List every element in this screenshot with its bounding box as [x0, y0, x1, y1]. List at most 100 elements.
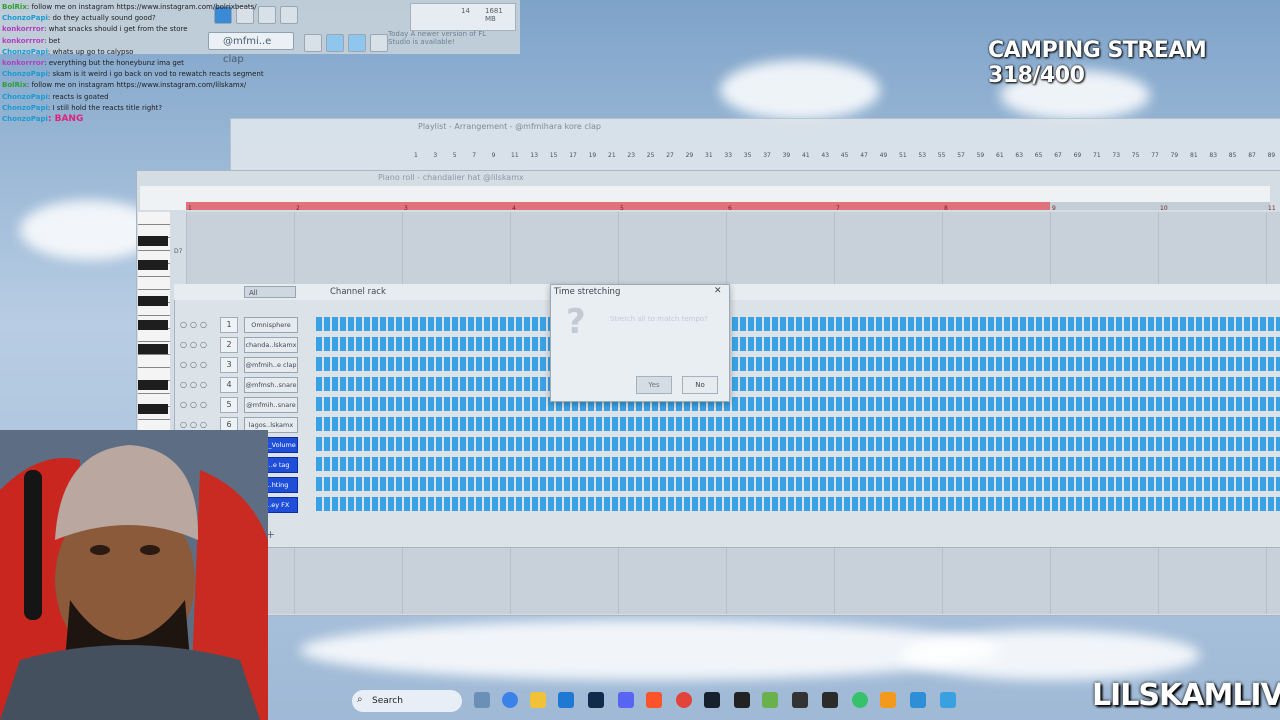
black-key[interactable]	[138, 344, 168, 354]
close-icon[interactable]: ✕	[714, 286, 722, 296]
taskbar-search[interactable]: Search	[352, 690, 462, 712]
step-sequencer[interactable]	[316, 317, 1280, 331]
black-key[interactable]	[138, 236, 168, 246]
chat-username: ChonzoPapi	[2, 92, 48, 101]
notepad-icon[interactable]	[940, 692, 956, 708]
question-icon: ?	[566, 302, 586, 342]
step-sequencer[interactable]	[316, 497, 1280, 511]
store-icon[interactable]	[558, 692, 574, 708]
piano-roll-bar-number: 1	[188, 205, 192, 212]
step-sequencer[interactable]	[316, 477, 1280, 491]
weather-widget-icon[interactable]	[474, 692, 490, 708]
channel-name-button[interactable]: @mfmih..e clap	[244, 357, 298, 373]
piano-roll-bar-number: 8	[944, 205, 948, 212]
photoshop-icon[interactable]	[588, 692, 604, 708]
playlist-bar-number: 63	[1015, 152, 1024, 159]
no-button[interactable]: No	[682, 376, 718, 394]
channel-filter[interactable]: All	[244, 286, 296, 298]
brave-icon[interactable]	[646, 692, 662, 708]
channel-name-button[interactable]: Omnisphere	[244, 317, 298, 333]
online-icon[interactable]	[370, 34, 388, 52]
chat-text: : everything but the honeybunz ima get	[44, 59, 184, 68]
playlist-bar-number: 37	[763, 152, 771, 159]
channel-row[interactable]: ○○○---Stov..hting	[178, 476, 1280, 494]
android-icon[interactable]	[852, 692, 868, 708]
piano-roll-bar-number: 2	[296, 205, 300, 212]
channel-row[interactable]: ○○○Master_Volume	[178, 436, 1280, 454]
channel-row[interactable]: ○○○7did u..e tag	[178, 456, 1280, 474]
capcut-icon[interactable]	[822, 692, 838, 708]
step-sequencer[interactable]	[316, 397, 1280, 411]
piano-roll-bar-number: 7	[836, 205, 840, 212]
playlist-bar-number: 67	[1054, 152, 1062, 159]
steam-icon[interactable]	[704, 692, 720, 708]
news-panel[interactable]: Today A newer version of FL Studio is av…	[388, 30, 500, 52]
channel-row[interactable]: ○○○8Stoo..ey FX	[178, 496, 1280, 514]
channel-name-button[interactable]: chanda..lskamx	[244, 337, 298, 353]
playlist-bar-number: 61	[996, 152, 1004, 159]
step-sequencer[interactable]	[316, 337, 1280, 351]
chat-username: BolRix	[2, 81, 27, 90]
playlist-bar-number: 75	[1131, 152, 1140, 159]
chat-text: : follow me on instagram https://www.ins…	[26, 3, 257, 11]
playlist-bar-number: 89	[1267, 152, 1276, 159]
channel-row[interactable]: ○○○ 6 lagos..lskamx	[178, 416, 1280, 434]
video-downloader-icon[interactable]	[734, 692, 750, 708]
playlist-bar-number: 17	[569, 152, 577, 159]
fl-studio-icon[interactable]	[880, 692, 896, 708]
channel-name-button[interactable]: @mfmsh..snare	[244, 377, 298, 393]
snap-icon[interactable]	[304, 34, 322, 52]
step-sequencer[interactable]	[316, 377, 1280, 391]
chrome-icon[interactable]	[676, 692, 692, 708]
playlist-bar-number: 77	[1151, 152, 1159, 159]
chat-text: : what snacks should i get from the stor…	[44, 25, 188, 34]
chat-message: ChonzoPapi: reacts is goated	[2, 92, 302, 103]
playlist-bar-number: 55	[937, 152, 946, 159]
step-sequencer[interactable]	[316, 437, 1280, 451]
channel-number[interactable]: 5	[220, 397, 238, 413]
playlist-bar-number: 25	[646, 152, 655, 159]
playlist-bar-number: 23	[627, 152, 636, 159]
channel-number[interactable]: 2	[220, 337, 238, 353]
step-sequencer[interactable]	[316, 417, 1280, 431]
channel-name-button[interactable]: @mfmih..snare	[244, 397, 298, 413]
4k-downloader-icon[interactable]	[792, 692, 808, 708]
channel-number[interactable]: 1	[220, 317, 238, 333]
search-icon: ⌕	[357, 694, 363, 705]
channel-mute-icon[interactable]: ○○○	[180, 340, 210, 349]
playlist-bar-number: 33	[724, 152, 733, 159]
chat-username: konkorrror	[2, 25, 45, 34]
alt-icon[interactable]	[348, 34, 366, 52]
file-explorer-icon[interactable]	[530, 692, 546, 708]
black-key[interactable]	[138, 404, 168, 414]
chat-message: konkorrror: everything but the honeybunz…	[2, 58, 302, 69]
dialog-title: Time stretching	[554, 287, 621, 297]
chat-overlay: BolRix : follow me on instagram https://w…	[2, 2, 302, 125]
piano-roll-loop-bar[interactable]	[186, 202, 1050, 210]
step-sequencer[interactable]	[316, 457, 1280, 471]
black-key[interactable]	[138, 320, 168, 330]
playlist-bar-number: 13	[530, 152, 539, 159]
app-icon[interactable]	[762, 692, 778, 708]
app-icon[interactable]	[910, 692, 926, 708]
channel-mute-icon[interactable]: ○○○	[180, 360, 210, 369]
step-sequencer[interactable]	[316, 357, 1280, 371]
piano-roll-bar-number: 6	[728, 205, 732, 212]
playlist-bar-number: 7	[472, 152, 477, 159]
black-key[interactable]	[138, 296, 168, 306]
playlist-bar-number: 79	[1170, 152, 1179, 159]
channel-mute-icon[interactable]: ○○○	[180, 320, 210, 329]
yes-button[interactable]: Yes	[636, 376, 672, 394]
copilot-icon[interactable]	[502, 692, 518, 708]
black-key[interactable]	[138, 260, 168, 270]
black-key[interactable]	[138, 380, 168, 390]
channel-number[interactable]: 3	[220, 357, 238, 373]
ctrl-icon[interactable]	[326, 34, 344, 52]
channel-mute-icon[interactable]: ○○○	[180, 420, 210, 429]
channel-mute-icon[interactable]: ○○○	[180, 400, 210, 409]
discord-icon[interactable]	[618, 692, 634, 708]
playlist-window[interactable]	[230, 118, 1280, 172]
channel-mute-icon[interactable]: ○○○	[180, 380, 210, 389]
playlist-ruler[interactable]: 1 3 5 7 9 11 13 15 17 19 21 23 25 27 29 31 33 35 37 39 41 43 4…	[414, 150, 1280, 162]
channel-number[interactable]: 4	[220, 377, 238, 393]
